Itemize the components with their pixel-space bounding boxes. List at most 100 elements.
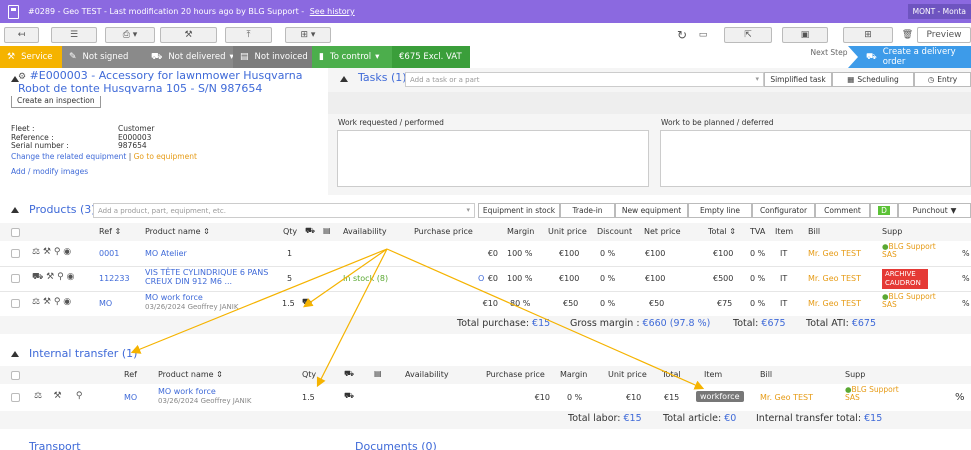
row-bill[interactable]: Mr. Geo TEST xyxy=(808,249,861,258)
row-tva[interactable]: 0 % xyxy=(750,249,765,258)
collapse-products-icon[interactable] xyxy=(11,205,25,214)
row-checkbox[interactable] xyxy=(11,393,20,402)
row-action-icons[interactable]: ⚖ ⚒ ⚲ ◉ xyxy=(32,297,71,307)
row-checkbox[interactable] xyxy=(11,249,20,258)
empty-line-button[interactable]: Empty line xyxy=(688,203,752,218)
d-button[interactable]: D xyxy=(870,203,898,218)
documents-title[interactable]: Documents (0) xyxy=(355,440,437,450)
row-action-icons[interactable]: ⛟ ⚒ ⚲ ◉ xyxy=(32,272,74,283)
row-unit[interactable]: €100 xyxy=(559,249,579,258)
status-not-invoiced[interactable]: ▤ Not invoiced xyxy=(233,46,312,68)
row-discount[interactable]: 0 % xyxy=(600,274,615,283)
user-badge[interactable]: MONT - Monta xyxy=(907,4,971,19)
change-equipment-link[interactable]: Change the related equipment xyxy=(11,152,126,161)
table-row[interactable]: ⛟ ⚒ ⚲ ◉ 112233 VIS TÊTE CYLINDRIQUE 6 PA… xyxy=(0,267,971,291)
transport-title[interactable]: Transport xyxy=(29,440,81,450)
task-search-input[interactable]: Add a task or a part ▾ xyxy=(405,72,764,87)
equipment-in-stock-button[interactable]: Equipment in stock xyxy=(478,203,560,218)
row-supp[interactable]: ●BLG Support SAS xyxy=(882,243,942,259)
row-ref[interactable]: 112233 xyxy=(99,274,130,283)
monitor-button[interactable]: ▭ xyxy=(694,27,712,43)
row-qty[interactable]: 5 xyxy=(287,274,292,283)
copy-button[interactable]: ▣ xyxy=(782,27,828,43)
row-bill[interactable]: Mr. Geo TEST xyxy=(808,274,861,283)
row-supp[interactable]: ●BLG Support SAS xyxy=(845,386,907,402)
add-images-link[interactable]: Add / modify images xyxy=(11,167,88,176)
row-name[interactable]: MO work force xyxy=(158,387,216,396)
see-history-link[interactable]: See history xyxy=(310,7,355,16)
row-margin[interactable]: 80 % xyxy=(510,299,530,308)
tools-button[interactable]: ⚒ xyxy=(160,27,217,43)
row-margin[interactable]: 100 % xyxy=(507,274,532,283)
simplified-task-button[interactable]: Simplified task xyxy=(764,72,832,87)
row-supp[interactable]: ●BLG Support SAS xyxy=(882,293,942,309)
row-net[interactable]: €100 xyxy=(645,249,665,258)
row-net[interactable]: €50 xyxy=(649,299,664,308)
table-row[interactable]: ⚖ ⚒ ⚲ ◉ MO MO work force 03/26/2024 Geof… xyxy=(0,292,971,316)
back-button[interactable]: ↤ xyxy=(4,27,39,43)
row-item[interactable]: IT xyxy=(780,249,787,258)
row-margin[interactable]: 0 % xyxy=(567,393,582,402)
row-action-icons[interactable]: ⚖ ⚒ ⚲ ◉ xyxy=(32,247,71,257)
row-ref[interactable]: MO xyxy=(99,299,112,308)
row-action-icons[interactable]: ⚖ ⚒ ⚲ xyxy=(34,391,82,401)
row-item[interactable]: IT xyxy=(780,299,787,308)
row-qty[interactable]: 1.5 xyxy=(302,393,315,402)
row-name[interactable]: MO work force xyxy=(145,293,203,302)
row-ref[interactable]: 0001 xyxy=(99,249,119,258)
punchout-button[interactable]: Punchout ▼ xyxy=(898,203,971,218)
row-tva[interactable]: 0 % xyxy=(750,299,765,308)
comment-button[interactable]: Comment xyxy=(815,203,870,218)
go-to-equipment-link[interactable]: Go to equipment xyxy=(134,152,197,161)
row-unit[interactable]: €50 xyxy=(563,299,578,308)
refresh-button[interactable]: ↻ xyxy=(673,27,691,43)
work-requested-textarea[interactable] xyxy=(337,130,649,187)
scheduling-button[interactable]: ▦ Scheduling xyxy=(832,72,914,87)
row-purchase[interactable]: €0 xyxy=(458,249,498,258)
table-row[interactable]: ⚖ ⚒ ⚲ ◉ 0001 MO Atelier 1 €0 100 % €100 … xyxy=(0,241,971,266)
hierarchy-button[interactable]: ⊞ xyxy=(843,27,893,43)
row-net[interactable]: €100 xyxy=(645,274,665,283)
row-bill[interactable]: Mr. Geo TEST xyxy=(760,393,813,402)
select-all-checkbox[interactable] xyxy=(11,228,20,237)
row-name[interactable]: MO Atelier xyxy=(145,249,187,258)
upload-button[interactable]: ⤒ xyxy=(225,27,272,43)
print-button[interactable]: ⎙ ▾ xyxy=(105,27,155,43)
status-to-control[interactable]: ▮ To control ▾ xyxy=(312,46,392,68)
row-item[interactable]: IT xyxy=(780,274,787,283)
create-inspection-button[interactable]: Create an inspection xyxy=(11,96,101,108)
table-row[interactable]: ⚖ ⚒ ⚲ MO MO work force 03/26/2024 Geoffr… xyxy=(0,384,971,409)
trade-in-button[interactable]: Trade-in xyxy=(560,203,615,218)
status-not-delivered[interactable]: ⛟ Not delivered ▾ xyxy=(144,46,234,68)
new-equipment-button[interactable]: New equipment xyxy=(615,203,688,218)
status-not-signed[interactable]: ✎ Not signed xyxy=(62,46,144,68)
row-tva[interactable]: 0 % xyxy=(750,274,765,283)
configurator-button[interactable]: Configurator xyxy=(752,203,815,218)
row-margin[interactable]: 100 % xyxy=(507,249,532,258)
col-ref[interactable]: Ref ⇕ xyxy=(99,227,121,236)
row-qty[interactable]: 1 xyxy=(287,249,292,258)
collapse-transfer-icon[interactable] xyxy=(11,349,25,358)
preview-button[interactable]: Preview xyxy=(917,27,971,43)
row-bill[interactable]: Mr. Geo TEST xyxy=(808,299,861,308)
list-button[interactable]: ☰ xyxy=(51,27,97,43)
status-service[interactable]: ⚒ Service xyxy=(0,46,62,68)
row-purchase[interactable]: €10 xyxy=(458,299,498,308)
row-purchase[interactable]: €10 xyxy=(510,393,550,402)
col-total[interactable]: Total ⇕ xyxy=(708,227,736,236)
col-name[interactable]: Product name ⇕ xyxy=(158,370,223,379)
row-ref[interactable]: MO xyxy=(124,393,137,402)
row-qty[interactable]: 1.5 xyxy=(282,299,295,308)
create-delivery-button[interactable]: ⛟ Create a delivery order xyxy=(848,46,971,68)
share-button[interactable]: ⇱ xyxy=(724,27,772,43)
work-planned-textarea[interactable] xyxy=(660,130,971,187)
row-discount[interactable]: 0 % xyxy=(600,249,615,258)
equipment-title[interactable]: ⚙ #E000003 - Accessory for lawnmower Hus… xyxy=(18,70,302,95)
entry-button[interactable]: ◷ Entry xyxy=(914,72,971,87)
delete-button[interactable]: 🗑 xyxy=(900,27,915,43)
row-checkbox[interactable] xyxy=(11,274,20,283)
row-checkbox[interactable] xyxy=(11,299,20,308)
row-purchase-order-marker[interactable]: O xyxy=(478,274,484,283)
structure-button[interactable]: ⊞ ▾ xyxy=(285,27,331,43)
col-name[interactable]: Product name ⇕ xyxy=(145,227,210,236)
